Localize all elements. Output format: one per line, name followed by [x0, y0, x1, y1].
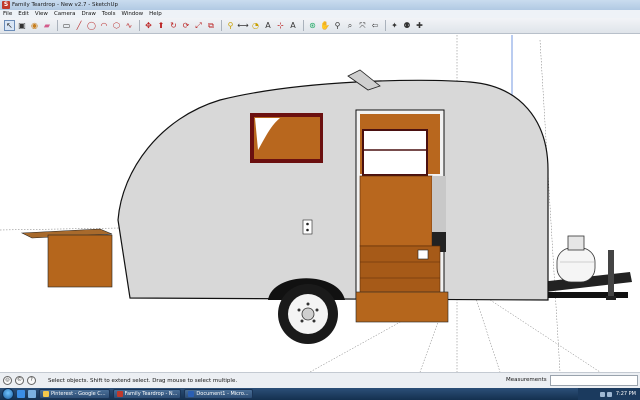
push-pull-icon[interactable]: ⬆	[156, 20, 167, 31]
desktop-icon[interactable]	[28, 390, 36, 398]
toolbar-separator	[57, 20, 58, 31]
title-bar: S Family Teardrop - New v2.7 - SketchUp	[0, 0, 640, 10]
3d-text-icon[interactable]: A	[288, 20, 299, 31]
component-icon[interactable]: ▣	[17, 20, 28, 31]
menu-file[interactable]: File	[3, 10, 12, 18]
toolbar-separator	[385, 20, 386, 31]
galley-box	[20, 228, 113, 288]
arc-icon[interactable]: ◠	[99, 20, 110, 31]
chrome-icon	[43, 391, 49, 397]
toolbar-separator	[221, 20, 222, 31]
volume-icon[interactable]	[606, 391, 612, 397]
menu-help[interactable]: Help	[149, 10, 162, 18]
rotate-icon[interactable]: ↻	[168, 20, 179, 31]
orbit-icon[interactable]: ⊛	[307, 20, 318, 31]
start-button[interactable]	[2, 388, 14, 400]
trailer-shell	[117, 69, 549, 301]
look-around-icon[interactable]: ✚	[414, 20, 425, 31]
teardrop-trailer-model[interactable]	[0, 35, 640, 373]
follow-me-icon[interactable]: ⟳	[181, 20, 192, 31]
task-label: Family Teardrop - N...	[124, 391, 178, 397]
wheel	[278, 284, 338, 344]
zoom-window-icon[interactable]: ⌕	[345, 20, 356, 31]
zoom-extents-icon[interactable]: ⤧	[357, 20, 368, 31]
help-icon[interactable]: ?	[27, 376, 36, 385]
outlet-icon	[302, 219, 313, 235]
toolbar-separator	[303, 20, 304, 31]
toolbar: ↖ ▣ ◉ ▰ ▭ ╱ ◯ ◠ ⬡ ∿ ✥ ⬆ ↻ ⟳ ⤢ ⧉ ⚲ ⟷ ◔ A …	[0, 18, 640, 34]
sketchup-icon: S	[2, 1, 10, 9]
system-tray: 7:27 PM	[578, 388, 640, 400]
propane-tank	[556, 235, 596, 283]
eraser-icon[interactable]: ▰	[42, 20, 53, 31]
select-icon[interactable]: ↖	[4, 20, 15, 31]
circle-icon[interactable]: ◯	[86, 20, 97, 31]
text-icon[interactable]: A	[263, 20, 274, 31]
status-bar: ◎ © ? Select objects. Shift to extend se…	[0, 372, 640, 388]
door-interior	[355, 109, 449, 323]
menu-draw[interactable]: Draw	[82, 10, 96, 18]
menu-bar: File Edit View Camera Draw Tools Window …	[0, 10, 640, 18]
task-label: Pinterest - Google C...	[51, 391, 106, 397]
position-camera-icon[interactable]: ✦	[389, 20, 400, 31]
menu-camera[interactable]: Camera	[54, 10, 76, 18]
windows-taskbar: Pinterest - Google C... Family Teardrop …	[0, 388, 640, 400]
zoom-icon[interactable]: ⚲	[332, 20, 343, 31]
task-sketchup[interactable]: Family Teardrop - N...	[112, 389, 182, 399]
menu-window[interactable]: Window	[121, 10, 143, 18]
protractor-icon[interactable]: ◔	[250, 20, 261, 31]
toolbar-separator	[139, 20, 140, 31]
menu-tools[interactable]: Tools	[102, 10, 116, 18]
previous-icon[interactable]: ⇦	[370, 20, 381, 31]
axes-icon[interactable]: ⊹	[275, 20, 286, 31]
menu-edit[interactable]: Edit	[18, 10, 29, 18]
word-icon	[188, 391, 195, 397]
geo-location-icon[interactable]: ◎	[3, 376, 12, 385]
dimension-icon[interactable]: ⟷	[237, 20, 248, 31]
task-word[interactable]: Document1 - Micro...	[184, 389, 253, 399]
paint-bucket-icon[interactable]: ◉	[29, 20, 40, 31]
menu-view[interactable]: View	[35, 10, 48, 18]
credits-icon[interactable]: ©	[15, 376, 24, 385]
side-window	[250, 113, 323, 163]
scale-icon[interactable]: ⤢	[193, 20, 204, 31]
network-icon[interactable]	[599, 391, 605, 397]
status-message: Select objects. Shift to extend select. …	[48, 377, 238, 384]
ie-icon[interactable]	[17, 390, 25, 398]
rectangle-icon[interactable]: ▭	[61, 20, 72, 31]
tape-measure-icon[interactable]: ⚲	[225, 20, 236, 31]
task-label: Document1 - Micro...	[196, 391, 249, 397]
offset-icon[interactable]: ⧉	[206, 20, 217, 31]
task-pinterest[interactable]: Pinterest - Google C...	[39, 389, 110, 399]
measurements-input[interactable]	[550, 375, 638, 386]
measurements-label: Measurements	[506, 377, 547, 383]
pan-icon[interactable]: ✋	[320, 20, 331, 31]
walk-icon[interactable]: ⚉	[402, 20, 413, 31]
model-viewport[interactable]	[0, 35, 640, 373]
move-icon[interactable]: ✥	[143, 20, 154, 31]
line-icon[interactable]: ╱	[74, 20, 85, 31]
clock[interactable]: 7:27 PM	[616, 391, 636, 397]
polygon-icon[interactable]: ⬡	[111, 20, 122, 31]
window-title: Family Teardrop - New v2.7 - SketchUp	[12, 2, 119, 8]
sketchup-icon	[116, 391, 123, 397]
freehand-icon[interactable]: ∿	[124, 20, 135, 31]
